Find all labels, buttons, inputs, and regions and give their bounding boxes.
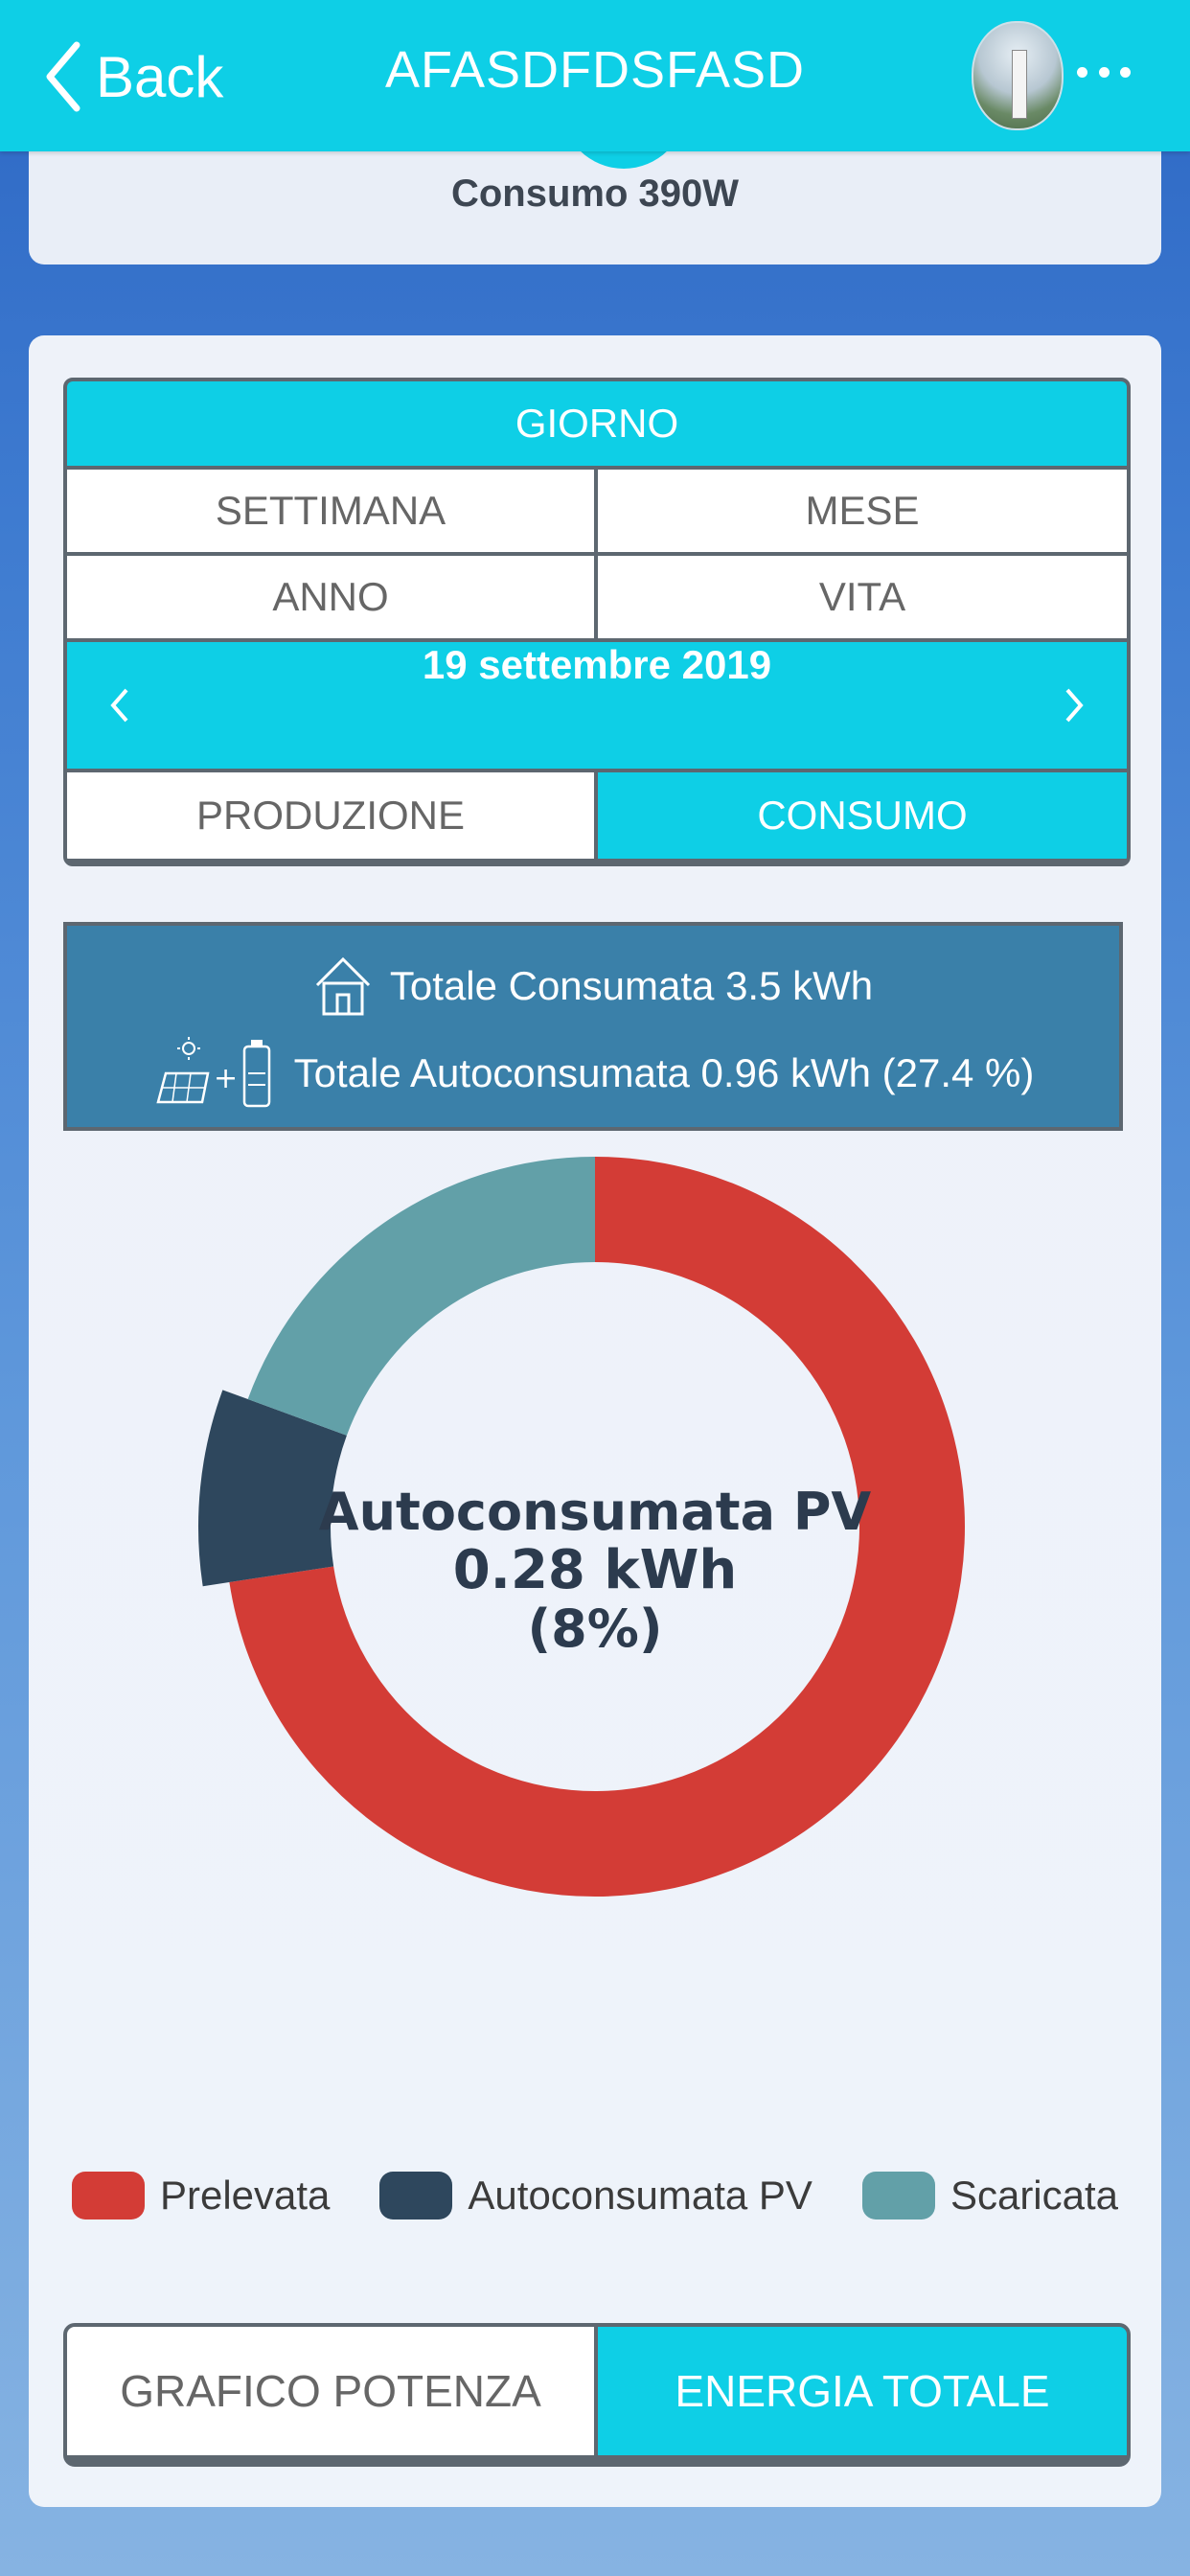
donut-center-value: 0.28 kWh xyxy=(452,1539,738,1601)
tab-energia-totale[interactable]: ENERGIA TOTALE xyxy=(598,2327,1127,2455)
view-toggle: GRAFICO POTENZA ENERGIA TOTALE xyxy=(63,2323,1131,2467)
svg-text:+: + xyxy=(214,1062,238,1095)
house-icon xyxy=(315,956,370,1016)
prev-date-button[interactable] xyxy=(67,642,172,769)
solar-battery-icon: + xyxy=(155,1037,270,1108)
tab-mese[interactable]: MESE xyxy=(598,470,1127,552)
totals-panel: Totale Consumata 3.5 kWh + Totale Autoco… xyxy=(63,922,1123,1131)
more-options-icon[interactable] xyxy=(1077,58,1131,86)
energy-card: GIORNO SETTIMANA MESE ANNO VITA 19 sette… xyxy=(29,335,1161,2507)
total-consumed: Totale Consumata 3.5 kWh xyxy=(389,963,874,1008)
tab-giorno[interactable]: GIORNO xyxy=(67,381,1127,466)
donut-center-title: Autoconsumata PV xyxy=(318,1482,872,1542)
tab-consumo[interactable]: CONSUMO xyxy=(598,772,1127,859)
chevron-right-icon xyxy=(1065,688,1084,723)
app-header: Back AFASDFDSFASD xyxy=(0,0,1190,151)
legend-label: Autoconsumata PV xyxy=(468,2173,812,2218)
legend-swatch xyxy=(71,2172,145,2220)
legend-item-autoconsumata[interactable]: Autoconsumata PV xyxy=(379,2172,812,2220)
period-selector: GIORNO SETTIMANA MESE ANNO VITA 19 sette… xyxy=(63,378,1131,866)
legend-item-prelevata[interactable]: Prelevata xyxy=(71,2172,331,2220)
tab-grafico-potenza[interactable]: GRAFICO POTENZA xyxy=(67,2327,594,2455)
current-consumption-label: Consumo 390W xyxy=(450,172,740,215)
chart-legend: Prelevata Autoconsumata PV Scaricata xyxy=(29,2172,1161,2220)
legend-item-scaricata[interactable]: Scaricata xyxy=(861,2172,1119,2220)
avatar[interactable] xyxy=(972,21,1064,130)
tab-vita[interactable]: VITA xyxy=(598,556,1127,638)
next-date-button[interactable] xyxy=(1021,642,1127,769)
tab-settimana[interactable]: SETTIMANA xyxy=(67,470,594,552)
chevron-left-icon xyxy=(110,688,128,723)
total-self-consumed: Totale Autoconsumata 0.96 kWh (27.4 %) xyxy=(293,1050,1035,1095)
tab-produzione[interactable]: PRODUZIONE xyxy=(67,772,594,859)
donut-slice-scaricata[interactable] xyxy=(247,1157,595,1436)
legend-swatch xyxy=(379,2172,453,2220)
tab-anno[interactable]: ANNO xyxy=(67,556,594,638)
legend-swatch xyxy=(861,2172,935,2220)
legend-label: Prelevata xyxy=(159,2173,331,2218)
donut-center-percent: (8%) xyxy=(527,1598,663,1659)
current-date: 19 settembre 2019 xyxy=(422,642,772,687)
legend-label: Scaricata xyxy=(950,2173,1119,2218)
date-navigator: 19 settembre 2019 xyxy=(67,642,1127,769)
